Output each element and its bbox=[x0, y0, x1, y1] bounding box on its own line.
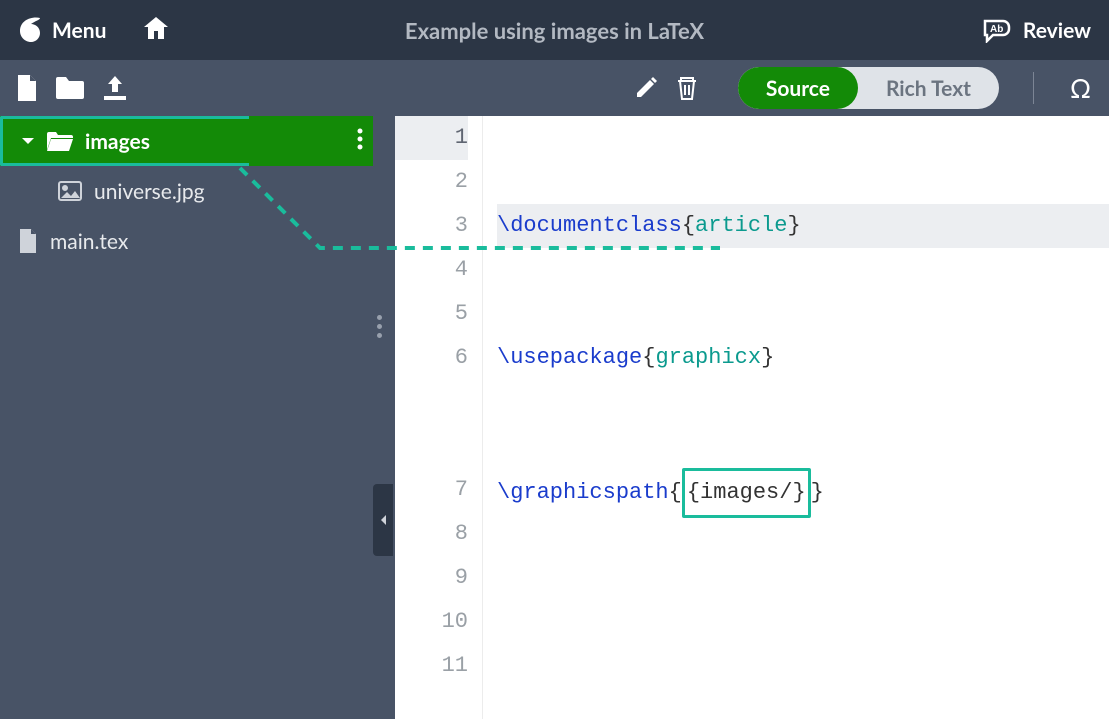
folder-label: images bbox=[85, 129, 150, 154]
menu-button[interactable]: Menu bbox=[18, 16, 106, 44]
code-editor[interactable]: I 1 2 3 4 5 6 7 8 9 10 11 \documentclass… bbox=[395, 116, 1109, 719]
review-icon: Ab bbox=[981, 17, 1013, 43]
folder-icon bbox=[56, 77, 84, 99]
folder-row-images[interactable]: images bbox=[0, 116, 249, 166]
new-folder-button[interactable] bbox=[56, 77, 84, 99]
editor-mode-switch: Source Rich Text bbox=[738, 67, 999, 109]
document-icon bbox=[18, 229, 38, 253]
chevron-down-icon bbox=[21, 134, 35, 148]
new-file-button[interactable] bbox=[16, 75, 38, 101]
collapse-handle[interactable] bbox=[373, 484, 393, 556]
file-icon bbox=[16, 75, 38, 101]
file-row-main[interactable]: main.tex bbox=[0, 216, 373, 266]
review-button[interactable]: Ab Review bbox=[981, 17, 1091, 43]
upload-button[interactable] bbox=[102, 76, 128, 100]
pane-gutter[interactable] bbox=[373, 116, 395, 719]
file-row-image[interactable]: universe.jpg bbox=[0, 166, 373, 216]
menu-label: Menu bbox=[52, 18, 106, 43]
upload-icon bbox=[102, 76, 128, 100]
pencil-icon bbox=[634, 76, 658, 100]
chevron-left-icon bbox=[379, 514, 387, 526]
highlight-images-path: {images/} bbox=[682, 468, 811, 518]
rename-button[interactable] bbox=[634, 76, 658, 100]
symbol-palette-button[interactable]: Ω bbox=[1068, 72, 1093, 104]
home-button[interactable] bbox=[142, 15, 170, 45]
drag-handle-dots-icon bbox=[377, 315, 382, 338]
svg-text:Ab: Ab bbox=[990, 24, 1003, 35]
code-content[interactable]: \documentclass{article} \usepackage{grap… bbox=[483, 116, 1109, 719]
image-icon bbox=[58, 181, 82, 201]
source-tab[interactable]: Source bbox=[738, 67, 858, 109]
open-folder-icon bbox=[47, 131, 73, 151]
folder-menu-button[interactable] bbox=[357, 128, 363, 154]
file-label: universe.jpg bbox=[94, 179, 205, 204]
vertical-dots-icon bbox=[357, 128, 363, 150]
toolbar-divider bbox=[1033, 72, 1034, 104]
review-label: Review bbox=[1023, 18, 1091, 43]
home-icon bbox=[142, 15, 170, 41]
file-tree: images universe.jpg main.tex bbox=[0, 116, 373, 719]
file-label: main.tex bbox=[50, 229, 128, 254]
rich-text-tab[interactable]: Rich Text bbox=[858, 67, 999, 109]
overleaf-logo-icon bbox=[18, 16, 42, 44]
delete-button[interactable] bbox=[676, 75, 698, 101]
line-number-gutter: 1 2 3 4 5 6 7 8 9 10 11 bbox=[395, 116, 483, 719]
trash-icon bbox=[676, 75, 698, 101]
